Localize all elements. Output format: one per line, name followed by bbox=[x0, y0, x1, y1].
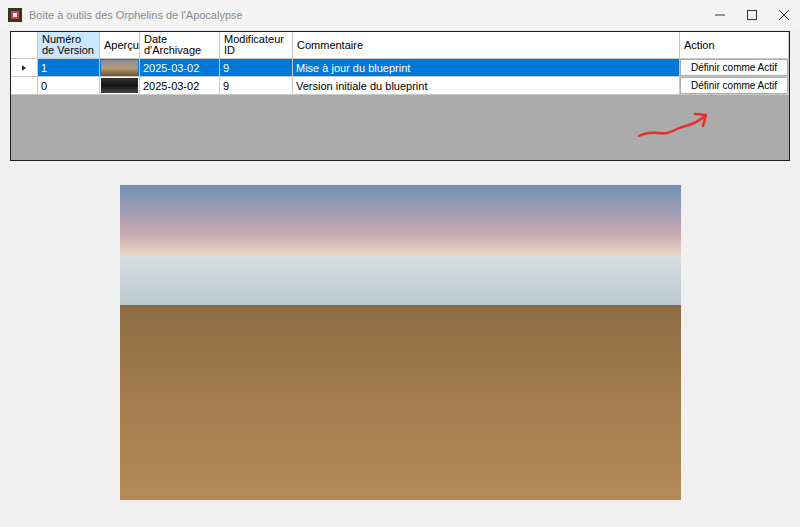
comment-cell[interactable]: Version initiale du blueprint bbox=[293, 77, 680, 95]
version-cell[interactable]: 0 bbox=[38, 77, 100, 95]
table-row[interactable]: 0 2025-03-029Version initiale du blueprin… bbox=[11, 77, 789, 95]
app-window: Boite à outils des Orphelins de l'Apocal… bbox=[0, 0, 800, 527]
versions-table: Numéro de VersionAperçuDate d'ArchivageM… bbox=[10, 31, 790, 161]
window-title: Boite à outils des Orphelins de l'Apocal… bbox=[29, 9, 704, 21]
column-header[interactable]: Aperçu bbox=[100, 32, 140, 59]
minimize-icon bbox=[715, 10, 725, 20]
preview-cell[interactable] bbox=[100, 59, 140, 77]
action-cell: Définir comme Actif bbox=[680, 77, 789, 95]
modifier-cell[interactable]: 9 bbox=[220, 59, 293, 77]
maximize-icon bbox=[747, 10, 757, 20]
row-header[interactable] bbox=[11, 77, 38, 95]
red-arrow-icon bbox=[635, 104, 715, 144]
date-cell[interactable]: 2025-03-02 bbox=[140, 77, 220, 95]
blueprint-preview-image bbox=[120, 185, 681, 500]
close-button[interactable] bbox=[768, 0, 800, 30]
maximize-button[interactable] bbox=[736, 0, 768, 30]
minimize-button[interactable] bbox=[704, 0, 736, 30]
title-bar: Boite à outils des Orphelins de l'Apocal… bbox=[0, 0, 800, 30]
version-cell[interactable]: 1 bbox=[38, 59, 100, 77]
column-header[interactable]: Numéro de Version bbox=[38, 32, 100, 59]
column-header[interactable]: Action bbox=[680, 32, 789, 59]
row-header[interactable] bbox=[11, 59, 38, 77]
set-active-button[interactable]: Définir comme Actif bbox=[680, 59, 788, 76]
table-row[interactable]: 1 2025-03-029Mise à jour du blueprintDéfi… bbox=[11, 59, 789, 77]
preview-thumbnail bbox=[101, 60, 138, 75]
preview-thumbnail bbox=[101, 78, 138, 93]
modifier-cell[interactable]: 9 bbox=[220, 77, 293, 95]
action-cell: Définir comme Actif bbox=[680, 59, 789, 77]
close-icon bbox=[779, 10, 789, 20]
app-icon bbox=[7, 7, 23, 23]
current-row-icon bbox=[22, 65, 26, 71]
comment-cell[interactable]: Mise à jour du blueprint bbox=[293, 59, 680, 77]
column-header[interactable]: Modificateur ID bbox=[220, 32, 293, 59]
table-header: Numéro de VersionAperçuDate d'ArchivageM… bbox=[11, 32, 789, 59]
set-active-button[interactable]: Définir comme Actif bbox=[680, 77, 788, 94]
date-cell[interactable]: 2025-03-02 bbox=[140, 59, 220, 77]
preview-cell[interactable] bbox=[100, 77, 140, 95]
column-header[interactable]: Commentaire bbox=[293, 32, 680, 59]
column-header[interactable]: Date d'Archivage bbox=[140, 32, 220, 59]
column-header[interactable] bbox=[11, 32, 38, 59]
